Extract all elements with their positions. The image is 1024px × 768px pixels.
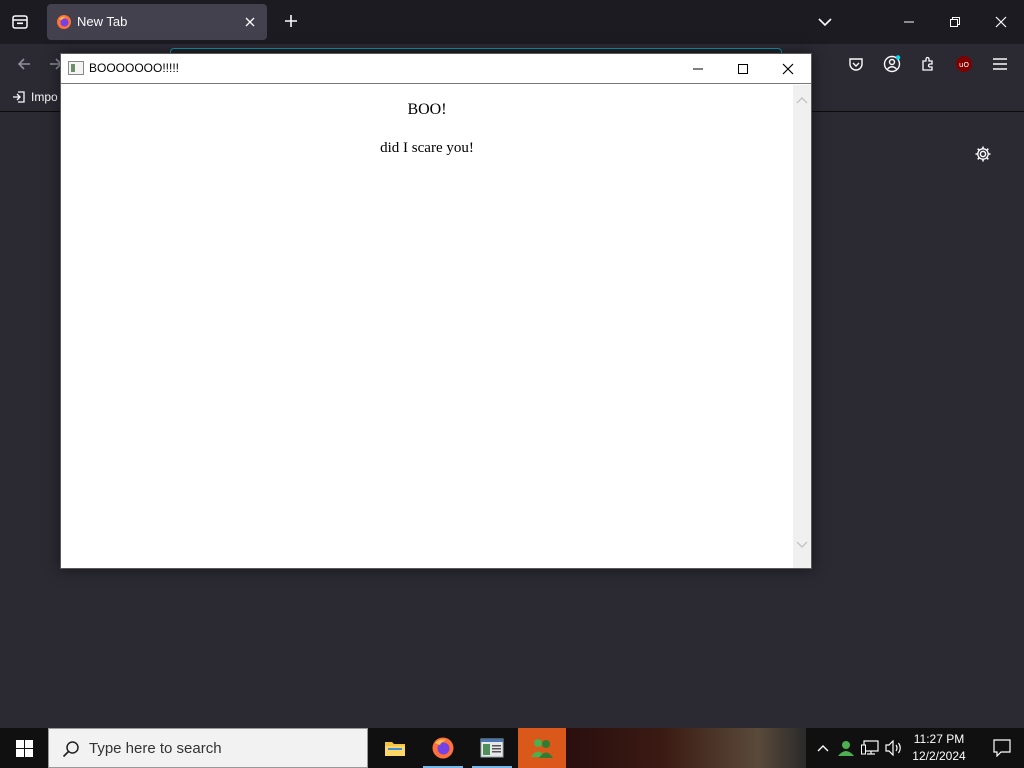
plus-icon [285, 15, 297, 27]
network-button[interactable] [860, 738, 880, 758]
clock-date: 12/2/2024 [912, 749, 966, 763]
firefox-view-icon [12, 15, 28, 29]
chevron-down-icon [818, 18, 832, 27]
svg-text:uO: uO [959, 61, 969, 69]
close-icon [782, 63, 794, 75]
chevron-up-icon [817, 745, 829, 752]
scroll-down-button[interactable] [793, 536, 811, 554]
search-placeholder: Type here to search [89, 740, 222, 757]
minimize-icon [693, 68, 703, 70]
maximize-icon [738, 64, 748, 74]
firefox-logo-icon [57, 15, 71, 29]
popup-maximize-button[interactable] [720, 54, 766, 84]
taskbar-messenger-app[interactable] [518, 728, 566, 768]
popup-window: BOOOOOOO!!!!! BOO! did I scare you! [60, 53, 812, 569]
new-tab-settings-button[interactable] [972, 143, 994, 165]
network-icon [861, 740, 879, 755]
tab-new-tab[interactable]: New Tab [47, 4, 267, 40]
popup-content: BOO! did I scare you! [61, 85, 793, 568]
tray-user-app-button[interactable] [836, 738, 856, 758]
extensions-button[interactable] [916, 52, 940, 76]
tab-close-button[interactable] [241, 13, 259, 31]
chevron-up-icon [796, 97, 808, 104]
taskbar-firefox[interactable] [419, 728, 467, 768]
account-button[interactable] [880, 52, 904, 76]
popup-title: BOOOOOOO!!!!! [89, 61, 180, 75]
buddies-icon [531, 739, 553, 758]
popup-titlebar[interactable]: BOOOOOOO!!!!! [61, 54, 811, 84]
taskbar-file-explorer[interactable] [371, 728, 419, 768]
minimize-button[interactable] [886, 0, 932, 44]
taskbar-search-box[interactable]: Type here to search [48, 728, 368, 768]
restore-icon [950, 17, 960, 27]
taskbar: Type here to search 11:27 PM 12/2/2024 [0, 728, 1024, 768]
import-icon [13, 91, 25, 103]
user-icon [838, 741, 854, 756]
action-center-button[interactable] [980, 728, 1024, 768]
window-app-icon [68, 61, 84, 75]
list-all-tabs-button[interactable] [813, 10, 837, 34]
app-menu-button[interactable] [988, 52, 1012, 76]
new-tab-button[interactable] [279, 9, 303, 33]
minimize-icon [904, 21, 914, 23]
boo-heading: BOO! [407, 101, 447, 118]
taskbar-background-image [566, 728, 806, 768]
scare-message: did I scare you! [380, 140, 474, 156]
hamburger-menu-icon [993, 58, 1007, 70]
folder-icon [385, 742, 405, 756]
import-bookmarks-item[interactable]: Impo [12, 90, 58, 104]
close-window-button[interactable] [978, 0, 1024, 44]
gear-icon [975, 146, 991, 162]
show-hidden-icons-button[interactable] [813, 738, 833, 758]
ublock-origin-button[interactable]: uO [952, 52, 976, 76]
ublock-icon: uO [956, 56, 972, 72]
scroll-up-button[interactable] [793, 91, 811, 109]
bookmark-label: Impo [31, 90, 58, 104]
tab-strip: New Tab [0, 0, 1024, 44]
pocket-icon [849, 58, 863, 71]
account-icon [883, 55, 901, 73]
close-icon [995, 16, 1007, 28]
notification-icon [993, 739, 1011, 757]
popup-close-button[interactable] [765, 54, 811, 84]
taskbar-popup-app[interactable] [468, 728, 516, 768]
puzzle-icon [922, 56, 933, 71]
clock-time: 11:27 PM [913, 732, 965, 746]
restore-button[interactable] [932, 0, 978, 44]
windows-logo-icon [15, 739, 33, 757]
firefox-logo-icon [432, 737, 454, 759]
pocket-button[interactable] [844, 52, 868, 76]
chevron-down-icon [796, 541, 808, 548]
window-app-icon [480, 738, 504, 758]
popup-minimize-button[interactable] [675, 54, 721, 84]
vertical-scrollbar[interactable] [793, 85, 811, 568]
firefox-view-button[interactable] [4, 6, 36, 38]
search-icon [62, 741, 79, 758]
taskbar-clock[interactable]: 11:27 PM 12/2/2024 [900, 731, 978, 765]
back-button[interactable] [12, 52, 36, 76]
tab-title: New Tab [77, 14, 128, 29]
arrow-left-icon [17, 58, 30, 70]
start-button[interactable] [0, 728, 48, 768]
close-icon [245, 17, 255, 27]
